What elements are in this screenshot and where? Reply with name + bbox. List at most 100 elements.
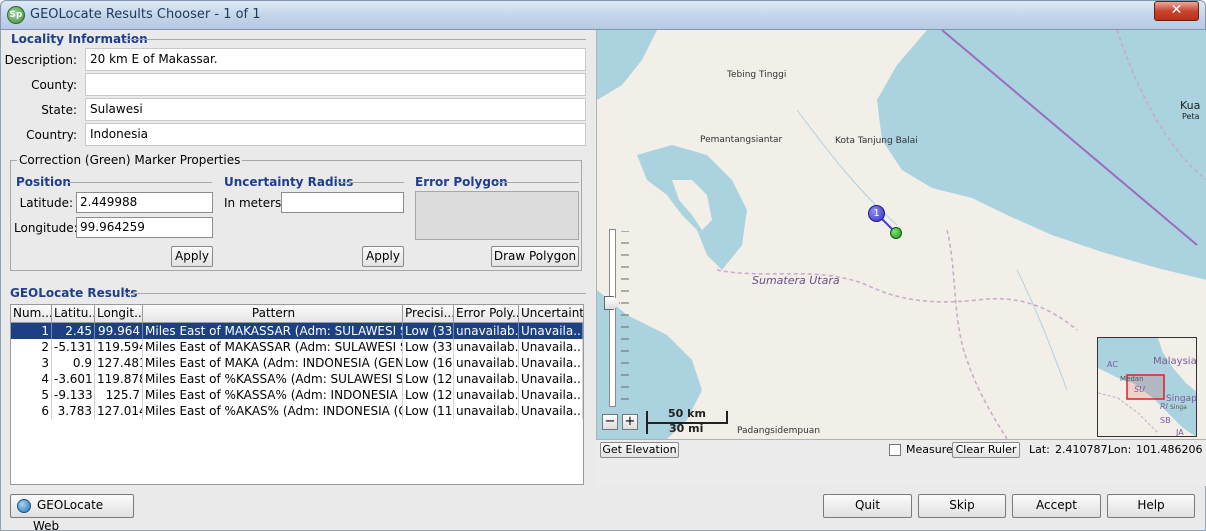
overview-map[interactable]: Malaysia AC Medan SU Singap Singa RI SB … (1097, 337, 1197, 437)
cell-latitude: 0.9 (52, 355, 95, 371)
zoom-out-button[interactable]: − (602, 414, 618, 430)
get-elevation-button[interactable]: Get Elevation (600, 442, 679, 458)
draw-polygon-button[interactable]: Draw Polygon (491, 246, 579, 267)
polygon-divider (497, 182, 579, 183)
cell-num: 6 (11, 403, 52, 419)
overview-label: RI (1160, 402, 1168, 411)
zoom-ticks (621, 231, 629, 400)
cell-pattern: Miles East of MAKASSAR (Adm: SULAWESI S.… (145, 339, 403, 355)
result-marker[interactable]: 1 (868, 205, 885, 222)
lat-label: Lat: (1029, 443, 1050, 456)
cell-error-polygon: unavailab... (456, 355, 519, 371)
cell-uncertainty: Unavaila... (521, 323, 583, 339)
cell-latitude: -9.133 (52, 387, 95, 403)
col-header-latitude[interactable]: Latitu... (52, 305, 95, 323)
cell-longitude: 99.964 (95, 323, 143, 339)
error-polygon-box (415, 191, 579, 240)
cell-num: 4 (11, 371, 52, 387)
skip-button[interactable]: Skip (918, 494, 1006, 518)
cell-error-polygon: unavailab... (456, 387, 519, 403)
map-view[interactable]: Tebing Tinggi Pemantangsiantar Kota Tanj… (596, 30, 1206, 439)
col-header-error-polygon[interactable]: Error Poly... (454, 305, 519, 323)
cell-latitude: 3.783 (52, 403, 95, 419)
globe-icon (17, 499, 31, 513)
description-field: 20 km E of Makassar. (85, 48, 586, 71)
accept-button[interactable]: Accept (1012, 494, 1101, 518)
scale-bar-tick (726, 411, 728, 422)
state-field: Sulawesi (85, 98, 586, 121)
cell-latitude: 2.45 (52, 323, 95, 339)
overview-label: Medan (1120, 375, 1144, 383)
col-header-uncertainty[interactable]: Uncertainty (519, 305, 583, 323)
latitude-label: Latitude: (19, 196, 73, 210)
col-header-precision[interactable]: Precisi... (403, 305, 454, 323)
place-label: Padangsidempuan (737, 426, 821, 436)
cell-num: 5 (11, 387, 52, 403)
cell-precision: Low (33) (405, 339, 454, 355)
place-label: Kota Tanjung Balai (835, 136, 918, 146)
cell-precision: Low (33) (405, 323, 454, 339)
place-label: Peta (1182, 112, 1200, 121)
correction-group-title: Correction (Green) Marker Properties (17, 153, 243, 167)
measure-checkbox[interactable] (889, 444, 901, 456)
state-label: State: (41, 103, 77, 117)
uncertainty-title: Uncertainty Radius (224, 175, 354, 189)
col-header-longitude[interactable]: Longit... (95, 305, 143, 323)
geolocate-web-button[interactable]: GEOLocate Web (10, 494, 134, 531)
table-row[interactable]: 4 -3.601 119.878 Miles East of %KASSA% (… (11, 371, 583, 387)
scale-km-label: 50 km (668, 407, 706, 420)
cell-error-polygon: unavailab... (456, 371, 519, 387)
longitude-label: Longitude: (14, 221, 78, 235)
cell-pattern: Miles East of MAKA (Adm: INDONESIA (GENE… (145, 355, 403, 371)
col-header-num[interactable]: Num... (11, 305, 52, 323)
col-header-pattern[interactable]: Pattern (143, 305, 403, 323)
quit-button[interactable]: Quit (823, 494, 912, 518)
zoom-in-button[interactable]: + (622, 414, 638, 430)
clear-ruler-button[interactable]: Clear Ruler (952, 442, 1020, 458)
overview-label: Singap (1166, 394, 1197, 404)
app-icon: Sp (7, 6, 25, 24)
cell-longitude: 119.878 (97, 371, 143, 387)
lon-readout: 101.486206 (1136, 443, 1203, 456)
table-row[interactable]: 5 -9.133 125.7 Miles East of %KASSA% (Ad… (11, 387, 583, 403)
uncertainty-divider (336, 182, 404, 183)
cell-latitude: -5.131 (52, 339, 95, 355)
table-row[interactable]: 3 0.9 127.481 Miles East of MAKA (Adm: I… (11, 355, 583, 371)
correction-marker[interactable] (890, 227, 902, 239)
scale-mi-label: 30 mi (669, 422, 704, 435)
overview-label: SU (1134, 385, 1145, 394)
cell-uncertainty: Unavaila... (521, 387, 583, 403)
error-polygon-title: Error Polygon (415, 175, 508, 189)
table-row[interactable]: 1 2.45 99.964 Miles East of MAKASSAR (Ad… (11, 323, 583, 339)
position-apply-button[interactable]: Apply (171, 246, 213, 267)
cell-pattern: Miles East of MAKASSAR (Adm: SULAWESI S.… (145, 323, 403, 339)
overview-canvas (1098, 338, 1196, 436)
place-label: Kua (1180, 99, 1201, 112)
window-title: GEOLocate Results Chooser - 1 of 1 (30, 7, 261, 22)
cell-precision: Low (12) (405, 371, 454, 387)
cell-uncertainty: Unavaila... (521, 355, 583, 371)
overview-label: JA (1176, 428, 1184, 437)
cell-precision: Low (11) (405, 403, 454, 419)
overview-label: SB (1160, 416, 1171, 425)
table-row[interactable]: 2 -5.131 119.594 Miles East of MAKASSAR … (11, 339, 583, 355)
cell-pattern: Miles East of %KASSA% (Adm: SULAWESI S..… (145, 371, 403, 387)
overview-label: Malaysia (1153, 356, 1197, 367)
table-row[interactable]: 6 3.783 127.014 Miles East of %AKAS% (Ad… (11, 403, 583, 419)
zoom-slider-track[interactable] (609, 229, 616, 407)
county-label: County: (31, 78, 77, 92)
help-button[interactable]: Help (1107, 494, 1195, 518)
lat-readout: 2.410787, (1055, 443, 1111, 456)
results-table[interactable]: Num... Latitu... Longit... Pattern Preci… (10, 304, 584, 485)
cell-num: 3 (11, 355, 52, 371)
latitude-input[interactable]: 2.449988 (76, 192, 213, 213)
cell-uncertainty: Unavaila... (521, 371, 583, 387)
cell-pattern: Miles East of %KASSA% (Adm: INDONESIA (.… (145, 387, 403, 403)
longitude-input[interactable]: 99.964259 (76, 217, 213, 238)
cell-num: 1 (11, 323, 52, 339)
close-button[interactable]: ✕ (1154, 1, 1199, 21)
place-label: Pemantangsiantar (700, 135, 783, 145)
cell-longitude: 127.481 (97, 355, 143, 371)
uncertainty-meters-input[interactable] (281, 192, 404, 213)
uncertainty-apply-button[interactable]: Apply (362, 246, 404, 267)
